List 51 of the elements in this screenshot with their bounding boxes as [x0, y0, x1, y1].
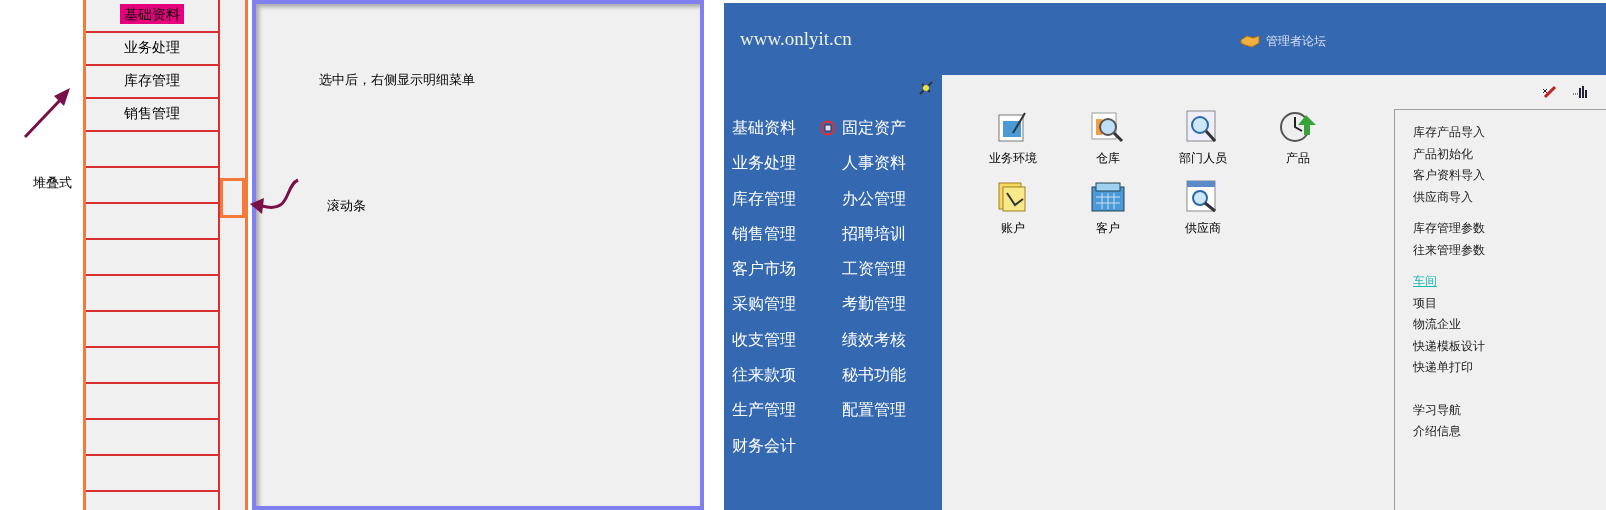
- menu-item[interactable]: 采购管理: [732, 294, 820, 330]
- clock-icon[interactable]: [1277, 109, 1318, 145]
- menu-item[interactable]: 客户市场: [732, 259, 820, 295]
- menu-item[interactable]: 考勤管理: [842, 294, 906, 315]
- menu-item[interactable]: 基础资料: [120, 4, 184, 24]
- scrollbar-label: 滚动条: [327, 196, 366, 215]
- detail-link[interactable]: 介绍信息: [1413, 421, 1461, 443]
- detail-link[interactable]: 客户资料导入: [1413, 165, 1485, 187]
- menu-item[interactable]: 往来款项: [732, 365, 820, 401]
- menu-item[interactable]: 办公管理: [842, 188, 906, 209]
- shortcut-label[interactable]: 账户: [1000, 219, 1025, 237]
- detail-link[interactable]: 库存管理参数: [1413, 218, 1485, 240]
- menu-item[interactable]: 人事资料: [842, 153, 906, 174]
- menu-item[interactable]: 财务会计: [732, 435, 820, 471]
- forum-link[interactable]: 管理者论坛: [1266, 32, 1326, 50]
- detail-link[interactable]: 快递单打印: [1413, 357, 1473, 379]
- menu-item[interactable]: 收支管理: [732, 329, 820, 366]
- menu-item[interactable]: 生产管理: [732, 400, 820, 436]
- menu-item[interactable]: 销售管理: [124, 103, 180, 123]
- scrollbar-thumb[interactable]: [220, 178, 245, 218]
- menu-item[interactable]: 招聘培训: [842, 223, 906, 244]
- shortcut-label[interactable]: 客户: [1095, 219, 1120, 237]
- menu-item[interactable]: 基础资料: [732, 118, 820, 154]
- stack-label: 堆叠式: [33, 176, 73, 189]
- detail-link[interactable]: 库存产品导入: [1413, 122, 1485, 144]
- note-text: 选中后，右侧显示明细菜单: [319, 71, 476, 89]
- menu-item[interactable]: 秘书功能: [842, 365, 906, 386]
- shortcut-label[interactable]: 供应商: [1184, 219, 1221, 237]
- shortcut-label[interactable]: 业务环境: [988, 149, 1037, 167]
- detail-link[interactable]: 供应商导入: [1413, 186, 1473, 208]
- menu-item[interactable]: 固定资产: [842, 118, 906, 138]
- menu-item[interactable]: 绩效考核: [842, 329, 906, 350]
- shortcut-label[interactable]: 产品: [1285, 149, 1310, 167]
- bar-chart-icon[interactable]: [1572, 84, 1588, 100]
- detail-link[interactable]: 产品初始化: [1413, 143, 1473, 165]
- pen-icon[interactable]: [1542, 84, 1558, 100]
- shortcut-label[interactable]: 仓库: [1095, 149, 1120, 167]
- shortcut-label[interactable]: 部门人员: [1178, 149, 1227, 167]
- detail-link[interactable]: 项目: [1413, 292, 1437, 314]
- detail-link[interactable]: 往来管理参数: [1413, 239, 1485, 261]
- detail-link[interactable]: 学习导航: [1413, 399, 1461, 421]
- menu-item[interactable]: 业务处理: [124, 37, 180, 57]
- menu-item[interactable]: 配置管理: [842, 400, 906, 421]
- menu-item[interactable]: 工资管理: [842, 259, 906, 280]
- menu-item[interactable]: 业务处理: [732, 153, 820, 189]
- menu-item[interactable]: 销售管理: [732, 223, 820, 260]
- site-title: www.onlyit.cn: [740, 26, 853, 51]
- menu-item[interactable]: 库存管理: [124, 70, 180, 90]
- menu-item[interactable]: 库存管理: [732, 188, 820, 224]
- detail-link[interactable]: 物流企业: [1413, 314, 1461, 336]
- detail-link[interactable]: 快递模板设计: [1413, 335, 1485, 357]
